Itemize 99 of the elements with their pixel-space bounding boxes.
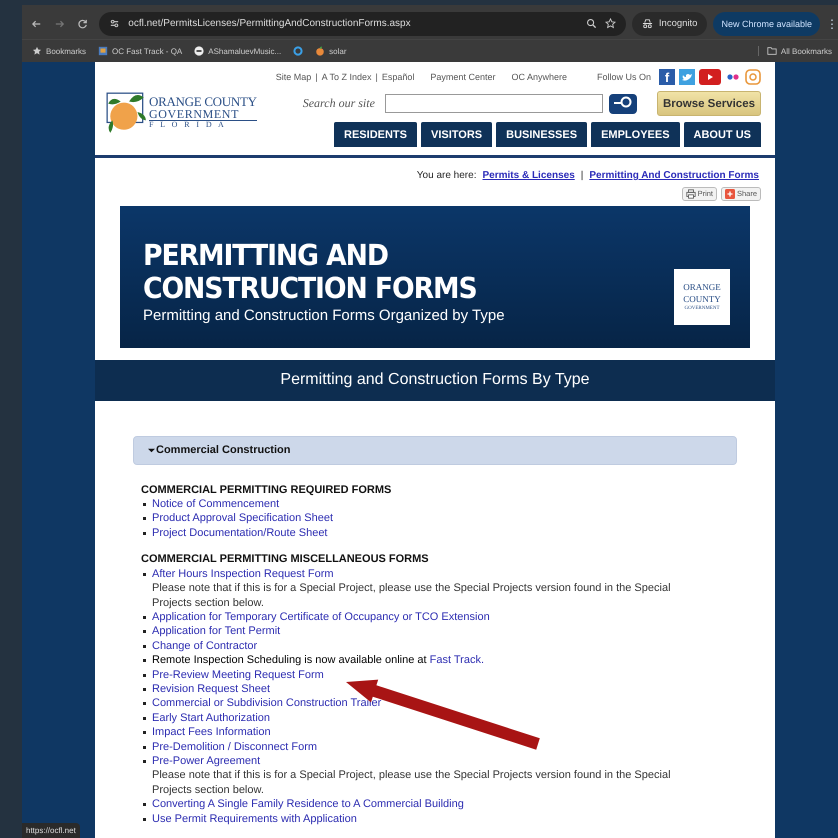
header-link[interactable]: Español [382,72,414,82]
zoom-icon[interactable] [586,18,597,29]
bookmark-item[interactable]: OC Fast Track - QA [98,46,182,56]
form-link[interactable]: Notice of Commencement [152,498,280,510]
note-text: Please note that if this is for a Special Project, please use the Special Projects version found in the Special Projects section below. [152,768,672,798]
form-link[interactable]: Pre-Power Agreement [152,754,260,767]
nav-tab[interactable]: EMPLOYEES [591,122,680,148]
search-label: Search our site [302,96,375,112]
banner-title: CONSTRUCTION FORMS [143,272,477,306]
bullet-icon [143,746,146,749]
status-url: https://ocfl.net [22,823,80,838]
bullet-icon [143,803,146,806]
url-text: ocfl.net/PermitsLicenses/PermittingAndConstructionForms.aspx [128,18,411,29]
bullet-icon [143,616,146,619]
header-link[interactable]: Payment Center [430,72,496,82]
breadcrumb-label: You are here: [416,170,476,181]
search-field[interactable] [384,94,603,114]
header-link[interactable]: OC Anywhere [511,72,567,82]
bullet-icon [143,644,146,648]
bird-icon[interactable] [679,69,695,86]
bullet-icon [143,716,146,720]
star-icon[interactable] [604,18,616,29]
form-link[interactable]: Project Documentation/Route Sheet [152,526,328,539]
section-title: Permitting and Construction Forms By Type [280,371,590,390]
bullet-icon [143,630,146,634]
separator-text: | [580,170,584,181]
address-bar[interactable]: ocfl.net/PermitsLicenses/PermittingAndConstructionForms.aspx [99,12,626,36]
group-heading: COMMERCIAL PERMITTING REQUIRED FORMS [140,482,392,498]
separator-text: | [315,72,318,82]
form-link[interactable]: After Hours Inspection Request Form [152,568,334,580]
bookmark-item[interactable] [293,46,304,56]
bullet-icon [143,532,146,535]
logo-text: ORANGE COUNTY [149,95,257,108]
bullet-icon [143,659,146,662]
caret-icon [148,446,155,454]
header-link[interactable]: Site Map [276,72,312,82]
accordion-header[interactable]: Commercial Construction [133,436,737,465]
bullet-icon [143,688,146,691]
header-link[interactable]: A To Z Index [322,72,372,82]
county-logo[interactable]: ORANGE COUNTY GOVERNMENT F L O R I D A [105,89,275,136]
logo-text: ORANGE [683,281,721,294]
note-text: Please note that if this is for a Special Project, please use the Special Projects version found in the Special Projects section below. [152,581,672,610]
menu-button[interactable]: ⋮ [826,16,838,30]
bullet-icon [143,702,146,706]
breadcrumb-link[interactable]: Permitting And Construction Forms [589,170,759,181]
page-icon [98,46,108,56]
logo-text: GOVERNMENT [149,108,257,122]
form-link[interactable]: Converting A Single Family Residence to A Commercial Building [152,798,464,810]
bookmark-item[interactable]: solar [315,46,347,56]
form-link[interactable]: Product Approval Specification Sheet [152,512,334,524]
all-bookmarks-item[interactable]: All Bookmarks [758,46,832,56]
bullet-icon [143,674,146,677]
reload-icon[interactable] [77,18,88,30]
ring-icon [293,46,304,56]
bullet-icon [143,818,146,821]
nav-tab[interactable]: BUSINESSES [496,122,588,148]
group-heading: COMMERCIAL PERMITTING MISCELLANEOUS FORMS [140,552,430,567]
form-link[interactable]: Pre-Demolition / Disconnect Form [152,740,318,753]
bullet-icon [143,572,146,576]
incognito-icon [642,18,653,29]
separator-text: | [376,72,378,82]
incognito-chip[interactable]: Incognito [632,12,708,36]
breadcrumb-link[interactable]: Permits & Licenses [482,170,575,181]
site-info-icon[interactable] [109,18,120,29]
banner-title: PERMITTING AND [143,239,389,272]
bullet-icon [143,731,146,734]
form-link[interactable]: Revision Request Sheet [152,682,270,695]
form-link[interactable]: Change of Contractor [152,640,258,652]
form-link[interactable]: Application for Temporary Certificate of Occupancy or TCO Extension [152,610,490,623]
fruit-icon [315,46,326,56]
bullet-icon [143,517,146,520]
search-button[interactable] [608,94,637,114]
plus-icon [724,188,735,199]
folder-icon [766,46,777,56]
logo-text: F L O R I D A [149,121,228,130]
bullet-icon [143,760,146,763]
form-link[interactable]: Application for Tent Permit [152,625,280,638]
form-link[interactable]: Fast Track. [430,654,484,666]
form-link[interactable]: Early Start Authorization [152,712,270,724]
bookmark-item[interactable]: Bookmarks [32,46,86,56]
update-button[interactable]: New Chrome available [713,12,820,36]
play-icon[interactable] [699,69,721,86]
form-link[interactable]: Impact Fees Information [152,726,271,738]
bookmark-item[interactable]: AShamaluevMusic... [194,46,282,56]
form-link[interactable]: Use Permit Requirements with Application [152,812,357,825]
stop-icon [194,46,204,56]
form-link[interactable]: Pre-Review Meeting Request Form [152,668,324,681]
browse-services-button[interactable]: Browse Services [656,91,761,116]
item-text: Remote Inspection Scheduling is now available online at [152,654,427,666]
star-icon [32,46,42,56]
logo-text: COUNTY [683,293,721,306]
nav-tab[interactable]: VISITORS [421,122,492,148]
printer-icon [686,188,696,199]
facebook-icon[interactable]: f [659,69,675,86]
banner-subtitle: Permitting and Construction Forms Organized by Type [143,307,506,324]
bullet-icon [143,503,146,506]
nav-tab[interactable]: ABOUT US [684,122,761,148]
nav-tab[interactable]: RESIDENTS [334,122,417,148]
follow-label: Follow Us On [596,72,651,82]
